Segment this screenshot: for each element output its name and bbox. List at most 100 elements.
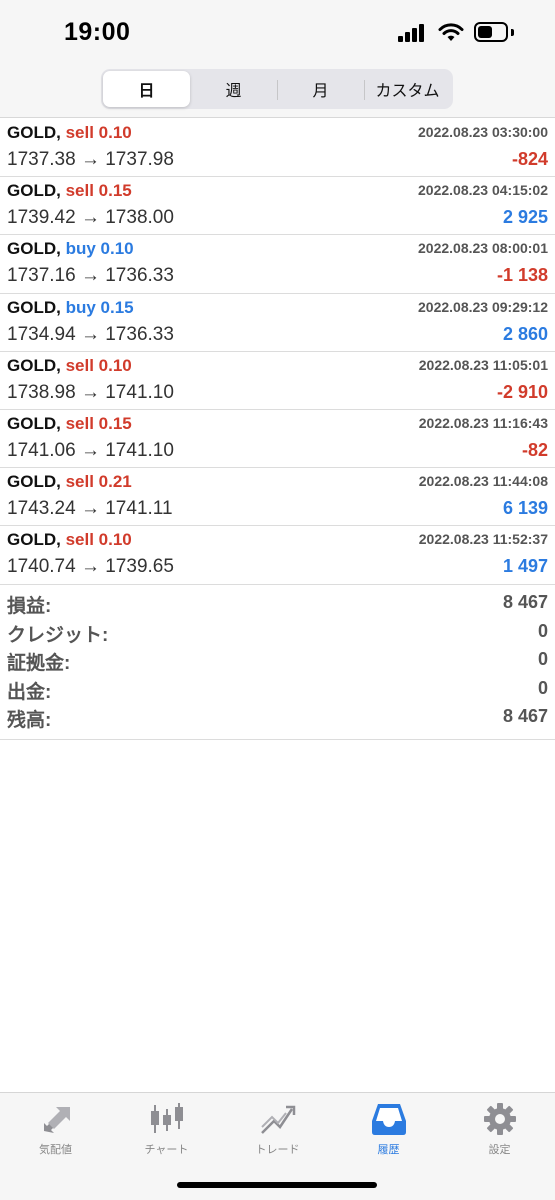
battery-tip [511,29,514,36]
trade-profit: 2 860 [502,323,548,344]
trade-time: 2022.08.23 11:52:37 [418,531,548,548]
trade-prices: 1737.16 → 1736.33 [7,265,174,287]
trade-symbol-line: GOLD, sell 0.10 [7,530,132,550]
tab-label: 気配値 [39,1144,72,1156]
trade-side: sell 0.15 [65,181,132,201]
candlestick-chart-icon [150,1103,183,1133]
summary-label: 出金: [7,681,52,703]
trade-profit: -824 [511,149,548,169]
trade-side: sell 0.15 [65,413,132,433]
tab-label: チャート [144,1144,189,1156]
trade-symbol: GOLD, [7,123,61,142]
cellular-signal-icon [398,24,428,42]
gear-icon [483,1103,516,1135]
trade-symbol: GOLD, [7,355,61,375]
trade-prices: 1737.38 → 1737.98 [7,149,174,170]
history-header: 日 週 月 カスタム [0,66,555,118]
trade-symbol-line: GOLD, sell 0.15 [7,414,132,434]
trade-symbol-line: GOLD, sell 0.10 [7,356,132,376]
wifi-icon [438,23,464,41]
account-summary: 損益: 8 467 クレジット: 0 証拠金: 0 出金: 0 残高: 8 46… [0,591,555,740]
trade-time: 2022.08.23 09:29:12 [418,298,548,315]
trade-side: sell 0.21 [65,472,132,492]
history-inbox-icon [371,1104,406,1135]
trade-row[interactable]: GOLD, buy 0.15 2022.08.23 09:29:12 1734.… [0,294,555,352]
status-time: 19:00 [64,18,131,46]
trade-profit: 6 139 [502,498,548,519]
summary-value: 8 467 [502,706,548,727]
summary-row-credit: クレジット: 0 [0,620,555,649]
trade-symbol-line: GOLD, sell 0.15 [7,181,132,201]
summary-value: 0 [537,649,548,670]
trade-symbol: GOLD, [7,530,61,550]
trade-side: sell 0.10 [65,530,132,550]
tab-label: 設定 [488,1144,511,1156]
summary-label: 証拠金: [7,653,71,675]
trade-prices: 1734.94 → 1736.33 [7,323,174,345]
trade-symbol: GOLD, [7,472,61,492]
trade-symbol: GOLD, [7,239,61,259]
trade-time: 2022.08.23 11:16:43 [418,414,548,431]
trade-profit: -1 138 [496,265,548,286]
trade-row[interactable]: GOLD, buy 0.10 2022.08.23 08:00:01 1737.… [0,235,555,294]
status-bar: 19:00 [0,0,555,66]
trade-time: 2022.08.23 11:44:08 [418,473,548,490]
tab-settings[interactable]: 設定 [444,1093,555,1163]
tab-day[interactable]: 日 [103,71,190,107]
trade-symbol: GOLD, [7,181,61,201]
trade-profit: -2 910 [496,381,548,402]
trade-side: sell 0.10 [65,123,132,142]
summary-label: 残高: [7,710,52,732]
trade-symbol-line: GOLD, buy 0.10 [7,239,134,259]
trade-prices: 1738.98 → 1741.10 [7,381,174,403]
tab-trade[interactable]: トレード [222,1093,333,1163]
summary-row-deposit: 証拠金: 0 [0,648,555,677]
summary-label: クレジット: [7,624,109,646]
trade-symbol: GOLD, [7,297,61,317]
trade-time: 2022.08.23 03:30:00 [418,124,548,140]
trade-time: 2022.08.23 04:15:02 [418,182,548,199]
tab-history[interactable]: 履歴 [333,1093,444,1163]
trade-time: 2022.08.23 11:05:01 [418,356,548,373]
battery-icon [474,22,508,42]
trade-prices: 1740.74 → 1739.65 [7,556,174,578]
tab-quotes[interactable]: 気配値 [0,1093,111,1163]
trade-row[interactable]: GOLD, sell 0.10 2022.08.23 11:52:37 1740… [0,526,555,585]
trade-symbol-line: GOLD, sell 0.10 [7,123,132,143]
summary-row-withdrawal: 出金: 0 [0,677,555,706]
trade-row[interactable]: GOLD, sell 0.10 2022.08.23 03:30:00 1737… [0,119,555,178]
trade-side: buy 0.10 [65,239,134,259]
summary-row-balance: 残高: 8 467 [0,705,555,734]
period-segmented-control: 日 週 月 カスタム [101,69,453,109]
tab-label: 履歴 [377,1144,400,1156]
trade-side: sell 0.10 [65,355,132,375]
trade-time: 2022.08.23 08:00:01 [418,240,548,257]
trade-chart-icon [260,1105,295,1134]
trade-row[interactable]: GOLD, sell 0.10 2022.08.23 11:05:01 1738… [0,352,555,410]
trade-profit: 2 925 [502,207,548,228]
trade-row[interactable]: GOLD, sell 0.15 2022.08.23 04:15:02 1739… [0,177,555,236]
home-indicator[interactable] [177,1182,377,1188]
trade-symbol-line: GOLD, sell 0.21 [7,472,132,492]
tab-month[interactable]: 月 [277,71,364,107]
tab-week[interactable]: 週 [190,71,277,107]
trade-side: buy 0.15 [65,297,134,317]
trade-prices: 1741.06 → 1741.10 [7,439,174,461]
trade-row[interactable]: GOLD, sell 0.15 2022.08.23 11:16:43 1741… [0,410,555,469]
trade-prices: 1743.24 → 1741.11 [7,498,173,520]
summary-label: 損益: [7,596,52,617]
trade-symbol: GOLD, [7,413,61,433]
summary-row-profit: 損益: 8 467 [0,591,555,620]
summary-value: 8 467 [502,592,548,612]
summary-value: 0 [537,620,548,641]
trade-profit: 1 497 [502,556,548,577]
tab-custom[interactable]: カスタム [364,71,451,107]
trade-prices: 1739.42 → 1738.00 [7,207,174,229]
trade-history-list: GOLD, sell 0.10 2022.08.23 03:30:00 1737… [0,119,555,585]
tab-chart[interactable]: チャート [111,1093,222,1163]
trade-symbol-line: GOLD, buy 0.15 [7,298,134,318]
quotes-icon [43,1107,70,1133]
tab-label: トレード [255,1144,300,1156]
trade-row[interactable]: GOLD, sell 0.21 2022.08.23 11:44:08 1743… [0,468,555,527]
summary-value: 0 [537,677,548,698]
